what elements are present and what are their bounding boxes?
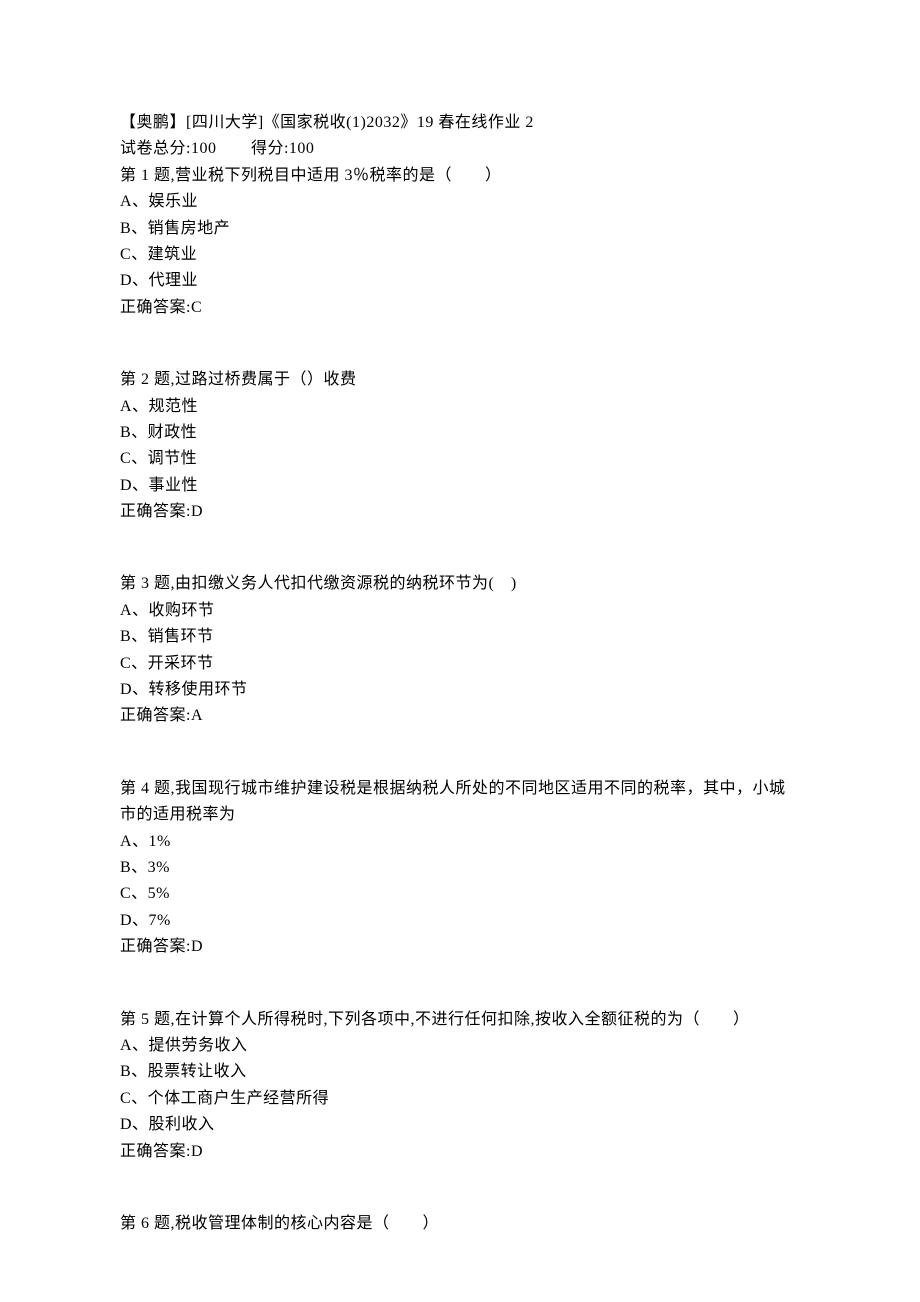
option-d: D、转移使用环节 — [120, 677, 800, 703]
option-a: A、收购环节 — [120, 598, 800, 624]
question-block: 第 5 题,在计算个人所得税时,下列各项中,不进行任何扣除,按收入全额征税的为（… — [120, 1007, 800, 1165]
score-line: 试卷总分:100 得分:100 — [120, 136, 800, 162]
option-d: D、7% — [120, 908, 800, 934]
correct-answer: 正确答案:C — [120, 295, 800, 321]
option-d: D、代理业 — [120, 268, 800, 294]
correct-answer: 正确答案:D — [120, 499, 800, 525]
question-prompt: 第 4 题,我国现行城市维护建设税是根据纳税人所处的不同地区适用不同的税率，其中… — [120, 776, 800, 829]
question-block: 第 1 题,营业税下列税目中适用 3％税率的是（ ） A、娱乐业 B、销售房地产… — [120, 163, 800, 321]
option-a: A、娱乐业 — [120, 189, 800, 215]
correct-answer: 正确答案:A — [120, 703, 800, 729]
option-c: C、个体工商户生产经营所得 — [120, 1086, 800, 1112]
option-a: A、提供劳务收入 — [120, 1033, 800, 1059]
option-d: D、股利收入 — [120, 1112, 800, 1138]
document-title: 【奥鹏】[四川大学]《国家税收(1)2032》19 春在线作业 2 — [120, 110, 800, 136]
option-b: B、财政性 — [120, 420, 800, 446]
option-d: D、事业性 — [120, 473, 800, 499]
option-b: B、3% — [120, 855, 800, 881]
option-b: B、股票转让收入 — [120, 1059, 800, 1085]
option-a: A、规范性 — [120, 394, 800, 420]
question-prompt: 第 6 题,税收管理体制的核心内容是（ ） — [120, 1211, 800, 1237]
score-label: 得分:100 — [251, 136, 314, 162]
correct-answer: 正确答案:D — [120, 1139, 800, 1165]
question-prompt: 第 3 题,由扣缴义务人代扣代缴资源税的纳税环节为( ) — [120, 571, 800, 597]
option-c: C、5% — [120, 881, 800, 907]
option-b: B、销售环节 — [120, 624, 800, 650]
question-block: 第 3 题,由扣缴义务人代扣代缴资源税的纳税环节为( ) A、收购环节 B、销售… — [120, 571, 800, 729]
option-c: C、建筑业 — [120, 242, 800, 268]
option-c: C、调节性 — [120, 446, 800, 472]
total-score-label: 试卷总分:100 — [120, 136, 216, 162]
question-prompt: 第 1 题,营业税下列税目中适用 3％税率的是（ ） — [120, 163, 800, 189]
question-prompt: 第 5 题,在计算个人所得税时,下列各项中,不进行任何扣除,按收入全额征税的为（… — [120, 1007, 800, 1033]
option-b: B、销售房地产 — [120, 216, 800, 242]
question-block: 第 2 题,过路过桥费属于（）收费 A、规范性 B、财政性 C、调节性 D、事业… — [120, 367, 800, 525]
question-block: 第 4 题,我国现行城市维护建设税是根据纳税人所处的不同地区适用不同的税率，其中… — [120, 776, 800, 961]
correct-answer: 正确答案:D — [120, 934, 800, 960]
question-block: 第 6 题,税收管理体制的核心内容是（ ） — [120, 1211, 800, 1237]
option-c: C、开采环节 — [120, 651, 800, 677]
option-a: A、1% — [120, 829, 800, 855]
question-prompt: 第 2 题,过路过桥费属于（）收费 — [120, 367, 800, 393]
